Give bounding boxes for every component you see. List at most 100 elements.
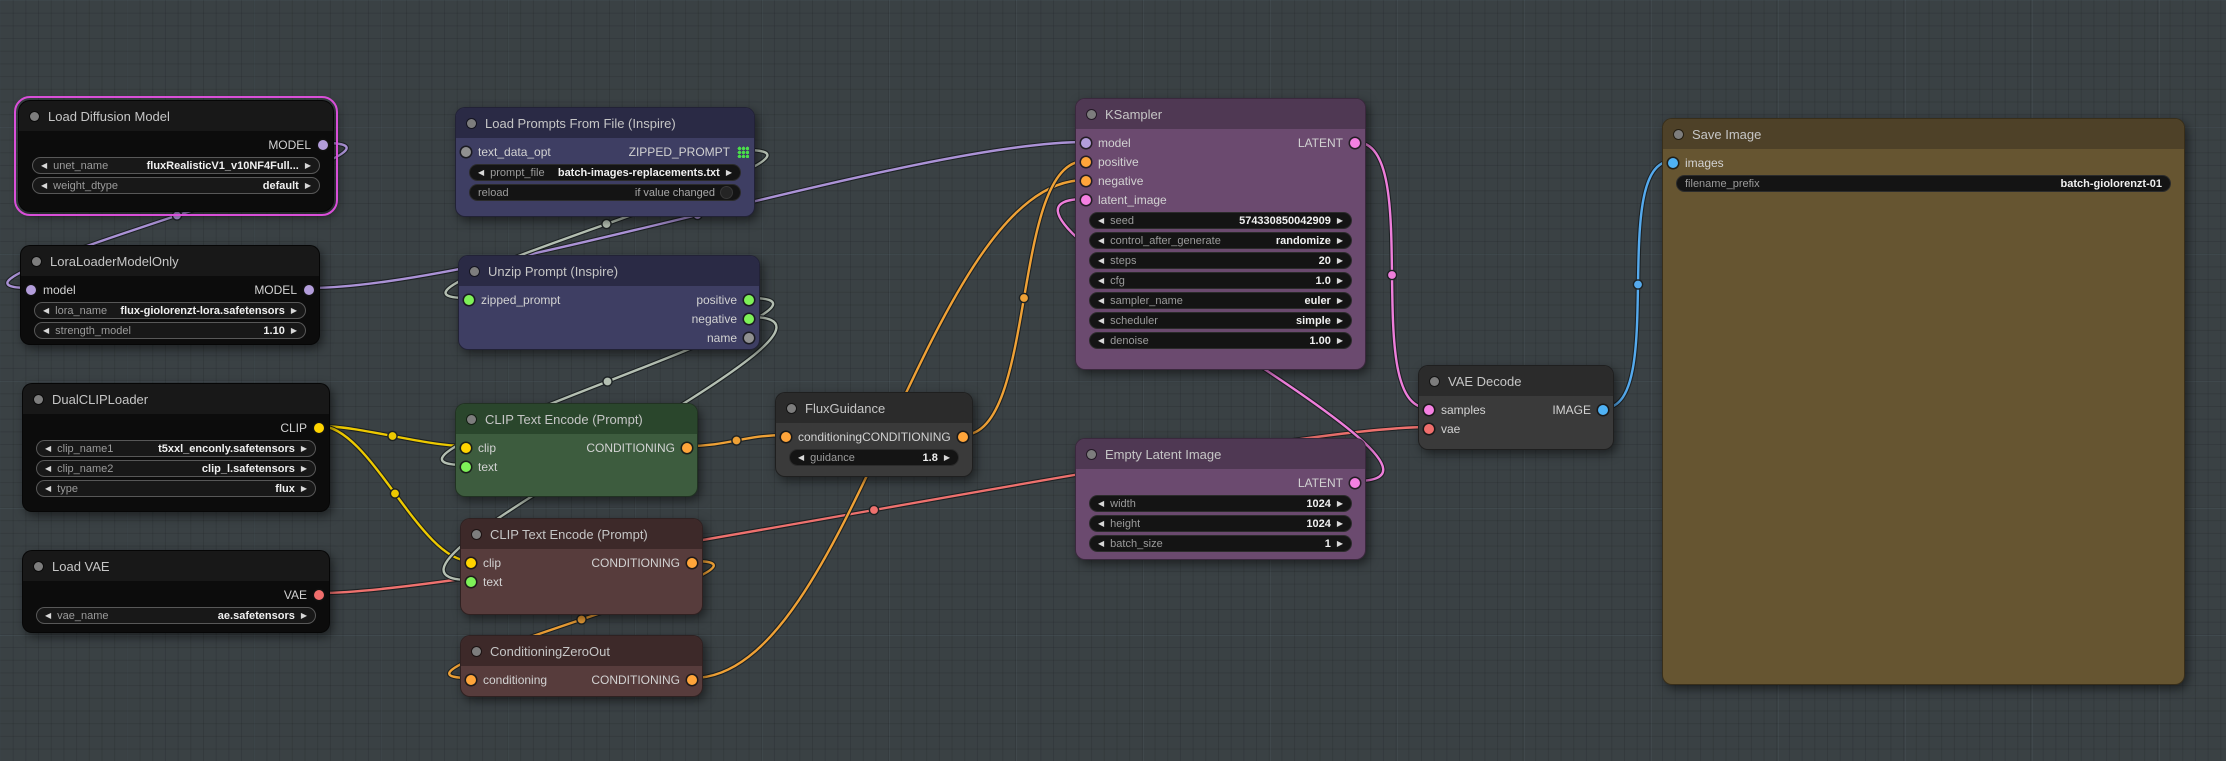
collapse-dot[interactable]: [470, 266, 479, 276]
input-slot-model[interactable]: model: [1081, 136, 1131, 150]
clip-input-dot[interactable]: [461, 442, 471, 453]
negative-output-dot[interactable]: [744, 313, 754, 324]
conditioning-input-dot[interactable]: [781, 431, 791, 442]
input-slot-latent_image[interactable]: latent_image: [1081, 193, 1167, 207]
load-vae-header[interactable]: Load VAE: [23, 551, 329, 581]
input-slot-text_data_opt[interactable]: text_data_opt: [461, 145, 551, 159]
widget-batch_size[interactable]: ◀ batch_size 1 ▶: [1089, 535, 1352, 552]
input-slot-conditioning[interactable]: conditioning: [781, 430, 862, 444]
collapse-dot[interactable]: [467, 414, 476, 424]
widget-vae_name[interactable]: ◀ vae_name ae.safetensors ▶: [36, 607, 316, 624]
LATENT-output-dot[interactable]: [1350, 477, 1360, 488]
input-slot-samples[interactable]: samples: [1424, 403, 1486, 417]
collapse-dot[interactable]: [32, 256, 41, 266]
widget-increment-arrow[interactable]: ▶: [305, 161, 311, 170]
samples-input-dot[interactable]: [1424, 404, 1434, 415]
output-slot-CONDITIONING[interactable]: CONDITIONING: [591, 556, 697, 570]
widget-increment-arrow[interactable]: ▶: [291, 306, 297, 315]
widget-decrement-arrow[interactable]: ◀: [1098, 519, 1104, 528]
load-prompts-from-file[interactable]: Load Prompts From File (Inspire) text_dat…: [455, 107, 755, 217]
widget-clip_name1[interactable]: ◀ clip_name1 t5xxl_enconly.safetensors ▶: [36, 440, 316, 457]
widget-decrement-arrow[interactable]: ◀: [478, 168, 484, 177]
collapse-dot[interactable]: [34, 561, 43, 571]
save-image[interactable]: Save Image images filename_prefix batch-gio…: [1662, 118, 2185, 685]
CONDITIONING-output-dot[interactable]: [682, 442, 692, 453]
collapse-dot[interactable]: [1087, 109, 1096, 119]
collapse-dot[interactable]: [1087, 449, 1096, 459]
widget-clip_name2[interactable]: ◀ clip_name2 clip_l.safetensors ▶: [36, 460, 316, 477]
input-slot-text[interactable]: text: [461, 460, 497, 474]
widget-increment-arrow[interactable]: ▶: [1337, 236, 1343, 245]
CLIP-output-dot[interactable]: [314, 422, 324, 433]
widget-filename_prefix[interactable]: filename_prefix batch-giolorenzt-01: [1676, 175, 2171, 192]
widget-increment-arrow[interactable]: ▶: [301, 464, 307, 473]
load-diffusion-model-header[interactable]: Load Diffusion Model: [19, 101, 333, 131]
widget-decrement-arrow[interactable]: ◀: [1098, 336, 1104, 345]
collapse-dot[interactable]: [1430, 376, 1439, 386]
conditioning-zero-out[interactable]: ConditioningZeroOut conditioning CONDITION…: [460, 635, 703, 697]
widget-cfg[interactable]: ◀ cfg 1.0 ▶: [1089, 272, 1352, 289]
MODEL-output-dot[interactable]: [318, 139, 328, 150]
input-slot-images[interactable]: images: [1668, 156, 1724, 170]
widget-seed[interactable]: ◀ seed 574330850042909 ▶: [1089, 212, 1352, 229]
conditioning-zero-out-header[interactable]: ConditioningZeroOut: [461, 636, 702, 666]
widget-decrement-arrow[interactable]: ◀: [41, 181, 47, 190]
images-input-dot[interactable]: [1668, 157, 1678, 168]
widget-decrement-arrow[interactable]: ◀: [1098, 216, 1104, 225]
name-output-dot[interactable]: [744, 332, 754, 343]
widget-decrement-arrow[interactable]: ◀: [1098, 296, 1104, 305]
save-image-header[interactable]: Save Image: [1663, 119, 2184, 149]
output-slot-VAE[interactable]: VAE: [284, 588, 324, 602]
collapse-dot[interactable]: [467, 118, 476, 128]
widget-increment-arrow[interactable]: ▶: [1337, 539, 1343, 548]
load-diffusion-model[interactable]: Load Diffusion Model MODEL ◀ unet_name fluxR…: [14, 96, 338, 216]
widget-increment-arrow[interactable]: ▶: [301, 611, 307, 620]
widget-reload[interactable]: reload if value changed: [469, 184, 741, 201]
lora-loader-model-only[interactable]: LoraLoaderModelOnly model MODEL ◀ lora_name f…: [20, 245, 320, 345]
collapse-dot[interactable]: [34, 394, 43, 404]
ksampler[interactable]: KSampler model LATENT positive negative laten…: [1075, 98, 1366, 370]
widget-sampler_name[interactable]: ◀ sampler_name euler ▶: [1089, 292, 1352, 309]
widget-height[interactable]: ◀ height 1024 ▶: [1089, 515, 1352, 532]
collapse-dot[interactable]: [30, 111, 39, 121]
widget-control_after_generate[interactable]: ◀ control_after_generate randomize ▶: [1089, 232, 1352, 249]
input-slot-clip[interactable]: clip: [461, 441, 496, 455]
widget-increment-arrow[interactable]: ▶: [301, 484, 307, 493]
widget-increment-arrow[interactable]: ▶: [1337, 316, 1343, 325]
widget-increment-arrow[interactable]: ▶: [305, 181, 311, 190]
widget-increment-arrow[interactable]: ▶: [291, 326, 297, 335]
widget-steps[interactable]: ◀ steps 20 ▶: [1089, 252, 1352, 269]
flux-guidance[interactable]: FluxGuidance conditioning CONDITIONING ◀ gui…: [775, 392, 973, 477]
CONDITIONING-output-dot[interactable]: [687, 674, 697, 685]
clip-text-encode-negative[interactable]: CLIP Text Encode (Prompt) clip CONDITIONIN…: [460, 518, 703, 615]
ksampler-header[interactable]: KSampler: [1076, 99, 1365, 129]
input-slot-positive[interactable]: positive: [1081, 155, 1139, 169]
toggle-knob[interactable]: [721, 187, 732, 198]
widget-width[interactable]: ◀ width 1024 ▶: [1089, 495, 1352, 512]
collapse-dot[interactable]: [472, 529, 481, 539]
text-input-dot[interactable]: [461, 461, 471, 472]
widget-decrement-arrow[interactable]: ◀: [45, 484, 51, 493]
widget-increment-arrow[interactable]: ▶: [1337, 336, 1343, 345]
vae-input-dot[interactable]: [1424, 423, 1434, 434]
conditioning-input-dot[interactable]: [466, 674, 476, 685]
unzip-prompt[interactable]: Unzip Prompt (Inspire) zipped_prompt posit…: [458, 255, 760, 350]
widget-decrement-arrow[interactable]: ◀: [1098, 256, 1104, 265]
MODEL-output-dot[interactable]: [304, 284, 314, 295]
widget-decrement-arrow[interactable]: ◀: [1098, 539, 1104, 548]
widget-decrement-arrow[interactable]: ◀: [1098, 316, 1104, 325]
CONDITIONING-output-dot[interactable]: [957, 431, 968, 442]
output-slot-LATENT[interactable]: LATENT: [1298, 476, 1360, 490]
widget-increment-arrow[interactable]: ▶: [1337, 296, 1343, 305]
widget-increment-arrow[interactable]: ▶: [944, 453, 950, 462]
vae-decode-header[interactable]: VAE Decode: [1419, 366, 1613, 396]
negative-input-dot[interactable]: [1081, 175, 1091, 186]
widget-increment-arrow[interactable]: ▶: [1337, 256, 1343, 265]
output-slot-CONDITIONING[interactable]: CONDITIONING: [591, 673, 697, 687]
CONDITIONING-output-dot[interactable]: [687, 557, 697, 568]
widget-type[interactable]: ◀ type flux ▶: [36, 480, 316, 497]
load-vae[interactable]: Load VAE VAE ◀ vae_name ae.safetensors ▶: [22, 550, 330, 633]
collapse-dot[interactable]: [787, 403, 796, 413]
collapse-dot[interactable]: [1674, 129, 1683, 139]
model-input-dot[interactable]: [26, 284, 36, 295]
